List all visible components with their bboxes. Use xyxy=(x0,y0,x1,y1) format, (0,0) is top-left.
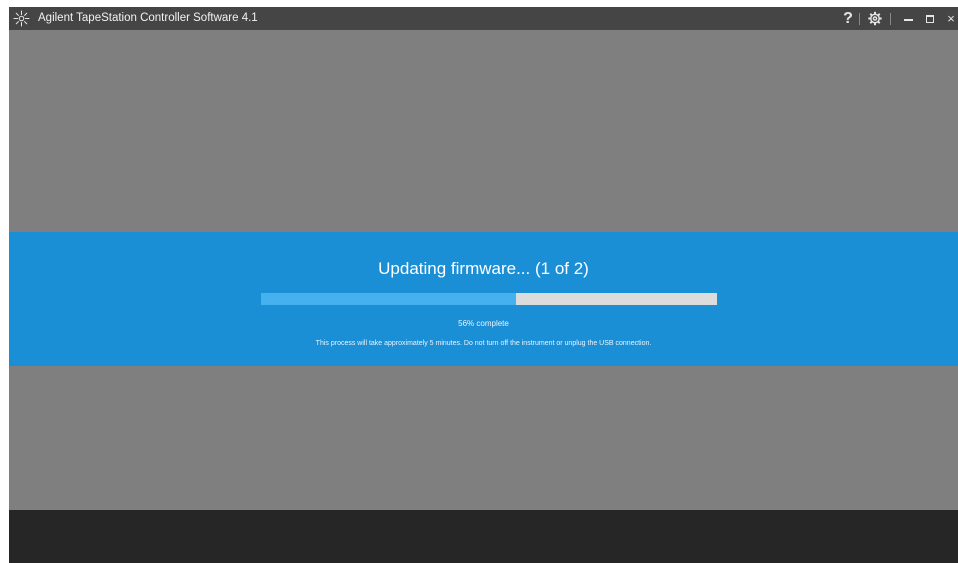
close-icon[interactable]: × xyxy=(944,7,958,30)
agilent-spark-icon xyxy=(13,10,30,27)
progress-bar-fill xyxy=(261,293,517,305)
update-heading: Updating firmware... (1 of 2) xyxy=(378,259,589,278)
window-title: Agilent TapeStation Controller Software … xyxy=(38,12,258,24)
app-window: Agilent TapeStation Controller Software … xyxy=(9,7,958,563)
update-info-text: This process will take approximately 5 m… xyxy=(315,340,652,347)
minimize-icon[interactable] xyxy=(902,7,916,30)
progress-bar xyxy=(261,293,717,305)
gear-icon[interactable] xyxy=(866,9,884,28)
firmware-update-banner: Updating firmware... (1 of 2) 56% comple… xyxy=(9,232,958,366)
titlebar-divider xyxy=(890,13,891,25)
title-bar[interactable]: Agilent TapeStation Controller Software … xyxy=(9,7,958,30)
progress-label: 56% complete xyxy=(458,319,509,328)
titlebar-divider xyxy=(859,13,860,25)
footer-bar xyxy=(9,510,958,563)
help-icon[interactable]: ? xyxy=(839,7,857,30)
maximize-icon[interactable] xyxy=(922,7,936,30)
